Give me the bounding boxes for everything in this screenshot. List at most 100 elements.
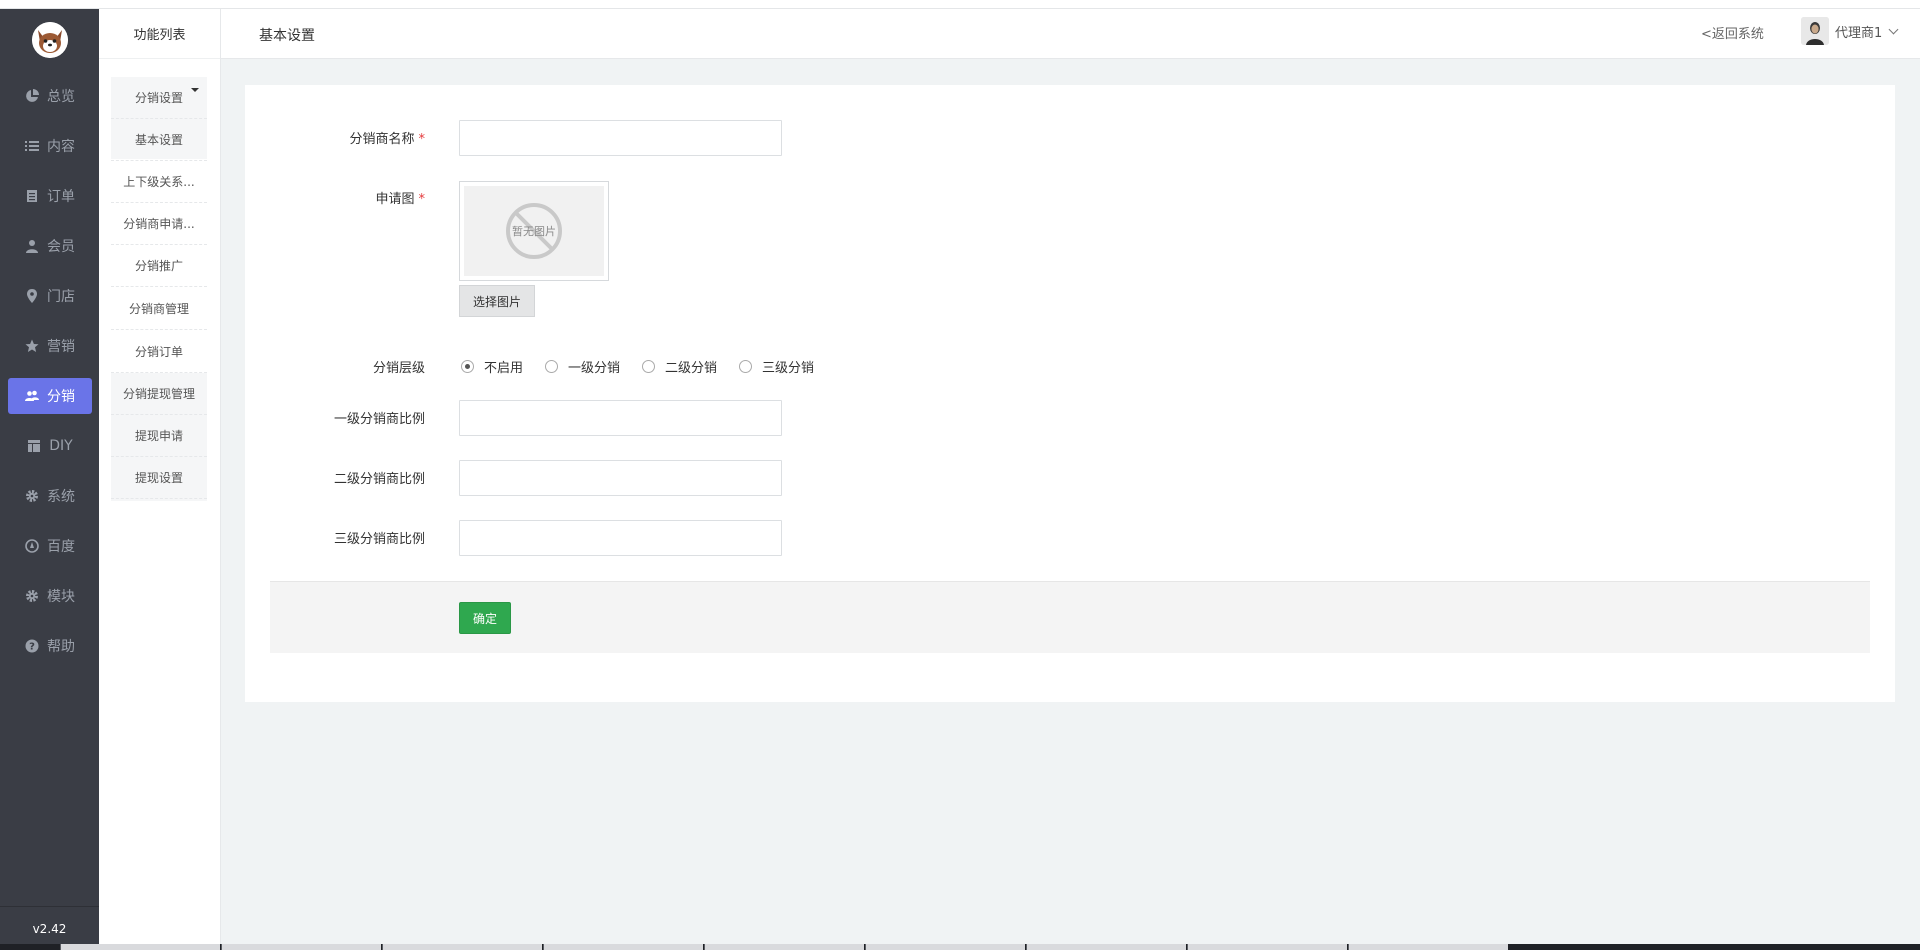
level1-ratio-input[interactable] bbox=[459, 400, 782, 436]
submit-button[interactable]: 确定 bbox=[459, 602, 511, 634]
user-name: 代理商1 bbox=[1835, 25, 1883, 41]
radio-dot bbox=[739, 360, 753, 373]
submenu-promotion[interactable]: 分销推广 bbox=[111, 245, 207, 287]
nav-baidu-label: 百度 bbox=[47, 539, 75, 555]
level3-ratio-label: 三级分销商比例 bbox=[333, 532, 425, 547]
compass-icon bbox=[25, 539, 39, 553]
husky-logo-icon bbox=[32, 22, 68, 58]
submenu-distribution-orders[interactable]: 分销订单 bbox=[111, 331, 207, 373]
radio-dot bbox=[545, 360, 559, 373]
radio-level-one[interactable]: 一级分销 bbox=[545, 357, 620, 376]
taskbar-item[interactable] bbox=[865, 944, 1025, 950]
distributor-name-input[interactable] bbox=[459, 120, 782, 156]
submenu-distribution-settings[interactable]: 分销设置 bbox=[111, 77, 207, 119]
nav-diy-label: DIY bbox=[49, 438, 73, 454]
submenu-basic-settings-label: 基本设置 bbox=[134, 133, 183, 147]
nav-marketing-label: 营销 bbox=[47, 339, 75, 355]
taskbar-item[interactable] bbox=[543, 944, 703, 950]
pie-chart-icon bbox=[25, 89, 39, 103]
submenu-distributor-manage[interactable]: 分销商管理 bbox=[111, 288, 207, 330]
nav-stores-label: 门店 bbox=[47, 289, 75, 305]
apply-image-preview: 暂无图片 bbox=[459, 181, 609, 281]
main-sidebar: 总览 内容 订单 会员 门店 营销 分销 DIY 系统 百度 模块 ? 帮助 v… bbox=[0, 0, 99, 950]
submenu-withdraw-apply[interactable]: 提现申请 bbox=[111, 415, 207, 457]
back-to-system-link[interactable]: <返回系统 bbox=[1701, 23, 1764, 42]
nav-content-label: 内容 bbox=[47, 139, 75, 155]
chevron-down-icon bbox=[1888, 24, 1899, 34]
submenu-withdraw-settings[interactable]: 提现设置 bbox=[111, 457, 207, 499]
nav-distribution[interactable]: 分销 bbox=[8, 378, 92, 414]
document-icon bbox=[25, 189, 39, 203]
distributor-name-label: 分销商名称 * bbox=[265, 128, 425, 147]
nav-system-label: 系统 bbox=[47, 489, 75, 505]
distribution-level-label: 分销层级 bbox=[372, 361, 425, 376]
top-header: 基本设置 <返回系统 代理商1 bbox=[221, 9, 1920, 59]
gear-icon bbox=[25, 489, 39, 503]
nav-system[interactable]: 系统 bbox=[8, 478, 92, 514]
radio-dot-selected bbox=[461, 360, 474, 373]
function-list-title: 功能列表 bbox=[99, 9, 220, 59]
radio-level-disabled[interactable]: 不启用 bbox=[461, 357, 523, 376]
users-icon bbox=[25, 389, 39, 403]
taskbar-item[interactable] bbox=[1348, 944, 1508, 950]
nav-help-label: 帮助 bbox=[47, 639, 75, 655]
level2-ratio-label: 二级分销商比例 bbox=[333, 472, 425, 487]
nav-modules-label: 模块 bbox=[47, 589, 75, 605]
submenu-distribution-orders-label: 分销订单 bbox=[134, 345, 183, 359]
submenu-withdraw-manage-label: 分销提现管理 bbox=[122, 387, 195, 401]
radio-level-two[interactable]: 二级分销 bbox=[642, 357, 717, 376]
required-mark: * bbox=[418, 192, 426, 207]
taskbar-item[interactable] bbox=[60, 944, 220, 950]
submenu-distributor-apply[interactable]: 分销商申请... bbox=[111, 203, 207, 245]
apply-image-label: 申请图 * bbox=[265, 188, 425, 207]
no-image-icon: 暂无图片 bbox=[506, 203, 562, 259]
taskbar-item[interactable] bbox=[1026, 944, 1186, 950]
submenu-hierarchy[interactable]: 上下级关系... bbox=[111, 161, 207, 203]
nav-modules[interactable]: 模块 bbox=[8, 578, 92, 614]
nav-stores[interactable]: 门店 bbox=[8, 278, 92, 314]
svg-text:?: ? bbox=[29, 642, 35, 653]
submenu-withdraw-manage[interactable]: 分销提现管理 bbox=[111, 373, 207, 415]
level3-ratio-input[interactable] bbox=[459, 520, 782, 556]
distribution-level-radios: 不启用 一级分销 二级分销 三级分销 bbox=[461, 357, 836, 376]
submenu-withdraw-apply-label: 提现申请 bbox=[134, 429, 183, 443]
taskbar-item[interactable] bbox=[221, 944, 381, 950]
radio-level-three[interactable]: 三级分销 bbox=[739, 357, 814, 376]
os-taskbar bbox=[0, 944, 1920, 950]
function-list-panel: 功能列表 分销设置 基本设置 上下级关系... 分销商申请... 分销推广 分销… bbox=[99, 9, 221, 950]
taskbar-item[interactable] bbox=[1187, 944, 1347, 950]
nav-content[interactable]: 内容 bbox=[8, 128, 92, 164]
submenu-distributor-manage-label: 分销商管理 bbox=[128, 302, 189, 316]
list-icon bbox=[25, 139, 39, 153]
nav-orders-label: 订单 bbox=[47, 189, 75, 205]
nav-members[interactable]: 会员 bbox=[8, 228, 92, 264]
question-icon: ? bbox=[25, 639, 39, 653]
form-actions-bar: 确定 bbox=[270, 581, 1870, 653]
nav-help[interactable]: ? 帮助 bbox=[8, 628, 92, 664]
nav-orders[interactable]: 订单 bbox=[8, 178, 92, 214]
taskbar-item[interactable] bbox=[704, 944, 864, 950]
submenu-promotion-label: 分销推广 bbox=[134, 259, 183, 273]
star-icon bbox=[25, 339, 39, 353]
nav-diy[interactable]: DIY bbox=[8, 428, 92, 464]
nav-members-label: 会员 bbox=[47, 239, 75, 255]
select-image-button[interactable]: 选择图片 bbox=[459, 285, 535, 317]
gear-icon bbox=[25, 589, 39, 603]
settings-form-card: 分销商名称 * 申请图 * 暂无图片 选择图片 分销层级 不启用 一级分销 二级分销 bbox=[245, 85, 1895, 702]
nav-overview-label: 总览 bbox=[47, 89, 75, 105]
level1-ratio-label: 一级分销商比例 bbox=[333, 412, 425, 427]
level2-ratio-input[interactable] bbox=[459, 460, 782, 496]
logo[interactable] bbox=[32, 22, 68, 58]
radio-level-disabled-label: 不启用 bbox=[484, 361, 524, 376]
avatar bbox=[1801, 17, 1829, 45]
nav-marketing[interactable]: 营销 bbox=[8, 328, 92, 364]
submenu-hierarchy-label: 上下级关系... bbox=[123, 175, 195, 189]
taskbar-item[interactable] bbox=[382, 944, 542, 950]
apply-image-label-text: 申请图 bbox=[375, 192, 415, 207]
window-top-strip bbox=[0, 0, 1920, 9]
submenu-basic-settings[interactable]: 基本设置 bbox=[111, 119, 207, 161]
user-menu[interactable]: 代理商1 bbox=[1801, 17, 1899, 45]
page-title: 基本设置 bbox=[259, 28, 315, 44]
nav-overview[interactable]: 总览 bbox=[8, 78, 92, 114]
nav-baidu[interactable]: 百度 bbox=[8, 528, 92, 564]
